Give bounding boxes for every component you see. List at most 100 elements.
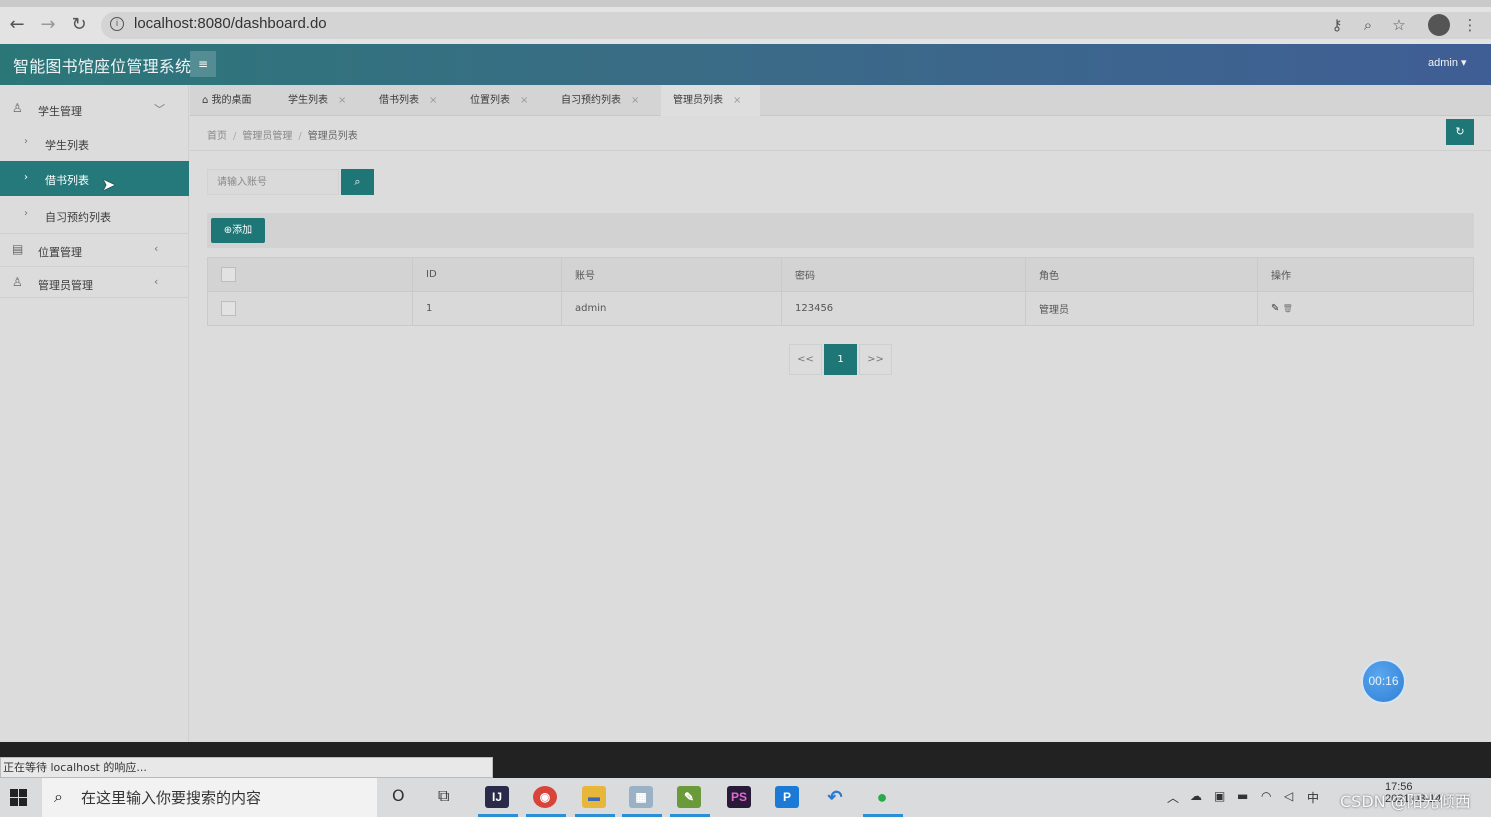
sidebar-item-borrow-list[interactable]: › 借书列表 [0, 161, 189, 196]
tab-student-list[interactable]: 学生列表 × [288, 85, 346, 116]
select-all-checkbox[interactable] [221, 267, 236, 282]
task-view-icon[interactable]: ⧉ [438, 786, 449, 806]
back-icon[interactable]: ← [6, 14, 28, 36]
column-header: 密码 [781, 257, 1026, 292]
app-header [0, 44, 1491, 85]
profile-icon[interactable] [1428, 14, 1450, 36]
intellij-icon[interactable]: IJ [485, 786, 509, 808]
search-button[interactable]: ⌕ [341, 169, 374, 195]
account-search-input[interactable] [207, 169, 339, 195]
chrome-icon[interactable]: ◉ [533, 786, 557, 808]
sidebar-item-study-reservation-list[interactable]: › 自习预约列表 [0, 202, 189, 228]
breadcrumb-admin-manage[interactable]: 管理员管理 [242, 131, 292, 142]
tab-borrow-list[interactable]: 借书列表 × [379, 85, 437, 116]
admin-icon: ♙ [12, 275, 23, 289]
seat-icon: ▤ [12, 242, 24, 256]
cell-password: 123456 [781, 291, 1026, 326]
tab-study-reservation-list[interactable]: 自习预约列表 × [561, 85, 639, 116]
sidebar-group-label: 学生管理 [38, 105, 82, 118]
close-icon[interactable]: × [429, 95, 437, 106]
user-menu[interactable]: admin ▾ [1428, 56, 1467, 69]
table-toolbar [207, 213, 1474, 248]
refresh-button[interactable]: ↻ [1446, 119, 1474, 145]
close-icon[interactable]: × [631, 95, 639, 106]
browser-menu-icon[interactable]: ⋮ [1460, 15, 1480, 35]
table-row: 1 admin 123456 管理员 ✎ 🗑 [207, 291, 1474, 326]
site-info-icon[interactable]: i [110, 17, 124, 31]
close-icon[interactable]: × [338, 95, 346, 106]
bookmark-star-icon[interactable]: ☆ [1389, 15, 1409, 35]
forward-icon[interactable]: → [37, 14, 59, 36]
tab-desktop[interactable]: ⌂ 我的桌面 [202, 85, 252, 116]
taskbar-search-placeholder[interactable]: 在这里输入你要搜索的内容 [81, 787, 261, 808]
cell-actions: ✎ 🗑 [1257, 291, 1474, 326]
sidebar-group-label: 位置管理 [38, 246, 82, 259]
breadcrumb-admin-list: 管理员列表 [307, 131, 358, 142]
add-button[interactable]: ⊕添加 [211, 218, 265, 243]
chevron-right-icon: › [24, 172, 28, 183]
breadcrumb-bar [190, 116, 1491, 151]
battery-icon[interactable]: ▬ [1237, 789, 1248, 803]
windows-start-icon[interactable] [10, 789, 27, 806]
tab-admin-list[interactable]: 管理员列表 × [661, 85, 760, 116]
sidebar-group-admin[interactable]: ♙ 管理员管理 ‹ [0, 266, 189, 298]
url-text[interactable]: localhost:8080/dashboard.do [134, 15, 327, 32]
editor-icon[interactable]: ✎ [677, 786, 701, 808]
search-icon: ⌕ [54, 787, 63, 806]
column-header: 角色 [1025, 257, 1258, 292]
dolphin-app-icon[interactable]: ↶ [823, 786, 847, 808]
cortana-icon[interactable]: O [392, 786, 405, 805]
menu-toggle-icon[interactable]: ≡ [190, 51, 216, 77]
next-page-button[interactable]: >> [859, 344, 892, 375]
zoom-icon[interactable]: ⌕ [1358, 15, 1378, 35]
search-icon: ⌕ [354, 175, 361, 188]
sidebar-item-label: 自习预约列表 [45, 211, 111, 224]
image-viewer-icon[interactable]: ▦ [629, 786, 653, 808]
user-icon: ♙ [12, 101, 23, 115]
tab-seat-list[interactable]: 位置列表 × [470, 85, 528, 116]
page-1-button[interactable]: 1 [824, 344, 857, 375]
table-header-row: ID 账号 密码 角色 操作 [207, 257, 1474, 292]
refresh-icon: ↻ [1455, 125, 1465, 138]
tray-app-icon[interactable]: ▣ [1214, 789, 1225, 803]
timer-badge: 00:16 [1361, 659, 1406, 704]
close-icon[interactable]: × [520, 95, 528, 106]
tray-expand-icon[interactable]: ︿ [1167, 789, 1179, 806]
edit-icon[interactable]: ✎ [1271, 303, 1279, 314]
breadcrumb-home[interactable]: 首页 [207, 131, 227, 142]
cloud-icon[interactable]: ☁ [1190, 789, 1202, 803]
row-checkbox[interactable] [221, 301, 236, 316]
file-explorer-icon[interactable]: ▬ [582, 786, 606, 808]
sidebar-group-student[interactable]: ♙ 学生管理 ﹀ [0, 97, 189, 121]
sidebar-item-label: 学生列表 [45, 139, 89, 152]
phpstorm-icon[interactable]: PS [727, 786, 751, 808]
cell-id: 1 [412, 291, 562, 326]
chevron-right-icon: › [24, 136, 28, 147]
close-icon[interactable]: × [733, 95, 741, 106]
sidebar-group-seat[interactable]: ▤ 位置管理 ‹ [0, 233, 189, 266]
home-icon: ⌂ [202, 95, 209, 106]
cell-account: admin [561, 291, 782, 326]
admin-table: ID 账号 密码 角色 操作 1 admin 123456 管理员 ✎ 🗑 [207, 257, 1474, 326]
csdn-watermark: CSDN @阳光倾西 [1340, 792, 1471, 811]
sidebar-item-student-list[interactable]: › 学生列表 [0, 130, 189, 156]
wifi-icon[interactable]: ◠ [1261, 789, 1271, 803]
browser-tabstrip [0, 0, 1491, 7]
p-app-icon[interactable]: P [775, 786, 799, 808]
column-header: 账号 [561, 257, 782, 292]
row-select-cell [207, 291, 413, 326]
column-header: ID [412, 257, 562, 292]
breadcrumb-separator: / [233, 131, 237, 142]
key-icon[interactable]: ⚷ [1327, 15, 1347, 35]
ime-icon[interactable]: 中 [1307, 789, 1319, 806]
volume-icon[interactable]: ◁ [1284, 789, 1293, 803]
chevron-left-icon: ‹ [154, 242, 159, 255]
reload-icon[interactable]: ↻ [68, 14, 90, 36]
column-header: 操作 [1257, 257, 1474, 292]
chevron-right-icon: › [24, 208, 28, 219]
wechat-icon[interactable]: ● [870, 786, 894, 808]
mouse-cursor-icon: ➤ [102, 175, 116, 194]
sidebar-group-label: 管理员管理 [38, 279, 93, 292]
delete-icon[interactable]: 🗑 [1283, 304, 1293, 313]
prev-page-button[interactable]: << [789, 344, 822, 375]
